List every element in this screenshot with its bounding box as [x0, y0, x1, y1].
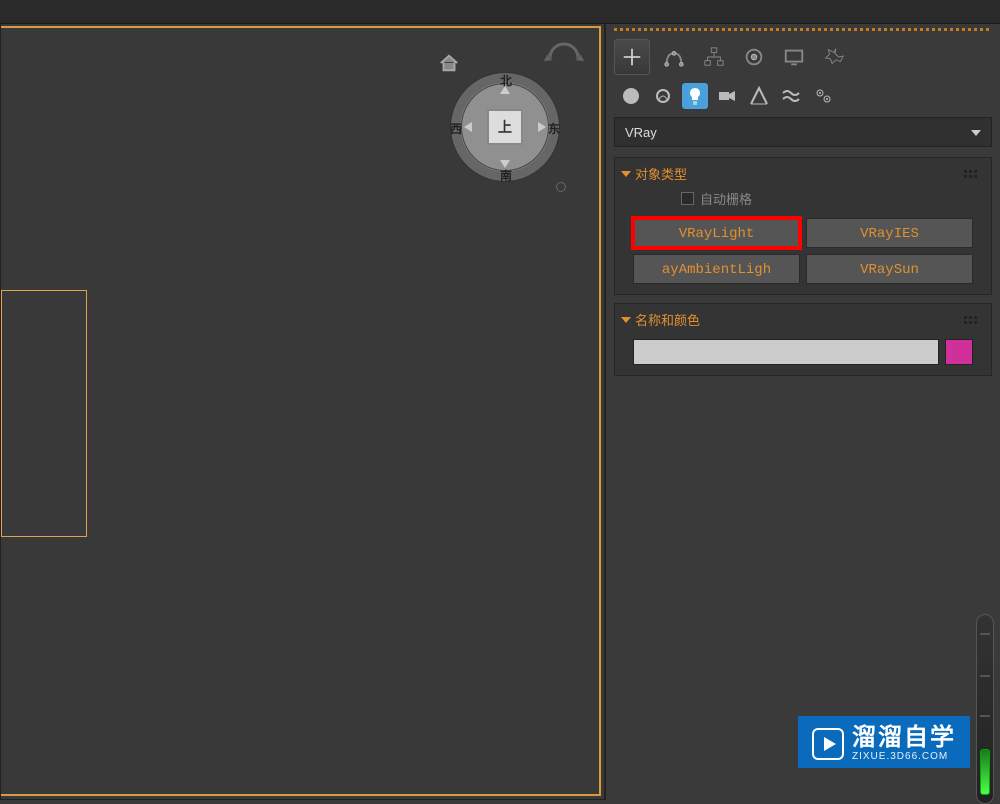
vrayies-button[interactable]: VRayIES [806, 218, 973, 248]
helpers-category[interactable] [746, 83, 772, 109]
vraysun-button[interactable]: VRaySun [806, 254, 973, 284]
chevron-down-icon[interactable] [500, 160, 510, 168]
slider-indicator [980, 749, 990, 795]
category-row [618, 81, 992, 111]
rollout-title: 对象类型 [635, 164, 687, 183]
lights-category[interactable] [682, 83, 708, 109]
home-icon[interactable] [438, 52, 460, 74]
watermark-sub: ZIXUE.3D66.COM [852, 752, 956, 762]
timeline-slider[interactable] [976, 614, 994, 804]
command-panel: VRay 对象类型 自动栅格 VRayLight VRayIES ayAmbie… [605, 24, 1000, 800]
rollout-title: 名称和颜色 [635, 310, 700, 329]
watermark: 溜溜自学 ZIXUE.3D66.COM [798, 716, 970, 768]
viewcube-menu-icon[interactable] [556, 182, 566, 192]
modify-tab[interactable] [658, 39, 690, 75]
autogrid-label: 自动栅格 [700, 189, 752, 208]
name-and-color-rollout: 名称和颜色 [614, 303, 992, 376]
systems-category[interactable] [810, 83, 836, 109]
object-name-input[interactable] [633, 339, 939, 365]
play-icon [812, 728, 844, 760]
chevron-right-icon[interactable] [538, 122, 546, 132]
dropdown-value: VRay [625, 125, 657, 140]
rollout-header-name-color[interactable]: 名称和颜色 [623, 310, 983, 329]
vraylight-button[interactable]: VRayLight [633, 218, 800, 248]
motion-tab[interactable] [738, 39, 770, 75]
utilities-tab[interactable] [818, 39, 850, 75]
rollout-header-object-type[interactable]: 对象类型 [623, 164, 983, 183]
collapse-icon [621, 171, 631, 177]
watermark-title: 溜溜自学 [852, 726, 956, 750]
vrayambientlight-button[interactable]: ayAmbientLigh [633, 254, 800, 284]
cameras-category[interactable] [714, 83, 740, 109]
chevron-left-icon[interactable] [464, 122, 472, 132]
display-tab[interactable] [778, 39, 810, 75]
subcategory-dropdown[interactable]: VRay [614, 117, 992, 147]
viewport[interactable]: 北 南 东 西 上 [0, 24, 605, 800]
collapse-icon [621, 317, 631, 323]
selected-object-outline[interactable] [1, 290, 87, 537]
slider-tick [980, 675, 990, 677]
chevron-down-icon [971, 130, 981, 136]
chevron-up-icon[interactable] [500, 86, 510, 94]
shapes-category[interactable] [650, 83, 676, 109]
autogrid-checkbox-row[interactable]: 自动栅格 [681, 189, 983, 208]
create-tab[interactable] [614, 39, 650, 75]
viewcube[interactable]: 北 南 东 西 上 [414, 38, 584, 208]
title-bar [0, 0, 1000, 24]
spacewarps-category[interactable] [778, 83, 804, 109]
object-type-rollout: 对象类型 自动栅格 VRayLight VRayIES ayAmbientLig… [614, 157, 992, 295]
object-color-swatch[interactable] [945, 339, 973, 365]
drag-grip-icon[interactable] [964, 316, 977, 324]
slider-tick [980, 715, 990, 717]
compass-west[interactable]: 西 [450, 120, 462, 137]
main-tab-row [614, 37, 992, 77]
rotate-arrows-icon[interactable] [544, 38, 584, 66]
drag-grip-icon[interactable] [964, 170, 977, 178]
hierarchy-tab[interactable] [698, 39, 730, 75]
slider-tick [980, 633, 990, 635]
autogrid-checkbox[interactable] [681, 192, 694, 205]
geometry-category[interactable] [618, 83, 644, 109]
panel-grip[interactable] [614, 28, 992, 31]
compass-east[interactable]: 东 [548, 120, 560, 137]
viewcube-top-face[interactable]: 上 [487, 109, 523, 145]
compass-south[interactable]: 南 [500, 167, 512, 184]
